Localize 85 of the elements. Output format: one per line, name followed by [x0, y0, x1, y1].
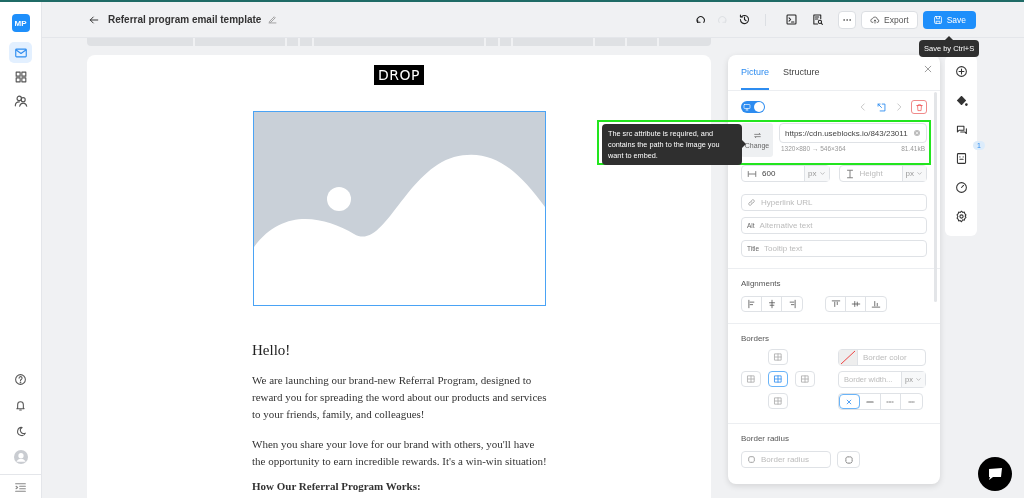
chat-icon [986, 466, 1004, 482]
people-icon [13, 93, 28, 108]
select-parent-button[interactable] [875, 101, 887, 113]
grid-icon [13, 69, 28, 84]
save-icon [932, 14, 943, 25]
chevron-down-icon [915, 376, 922, 383]
panel-tab[interactable]: Structure [783, 55, 820, 90]
pencil-icon [267, 14, 279, 25]
app-logo[interactable]: MP [11, 14, 30, 32]
save-button[interactable]: Save [922, 10, 976, 29]
corners-icon [843, 454, 854, 465]
chevron-right-icon [894, 102, 904, 112]
border-right-icon [800, 374, 810, 384]
cloud-icon [870, 14, 881, 25]
section-heading: Borders [741, 334, 770, 343]
unit-select[interactable]: px [901, 166, 926, 181]
chevron-left-icon [858, 102, 868, 112]
height-icon [844, 168, 855, 179]
align-right-icon [787, 299, 797, 309]
moon-icon [14, 424, 27, 438]
trash-icon [914, 102, 924, 112]
mail-icon [13, 45, 28, 60]
align-middle-icon [850, 299, 861, 309]
rename-button[interactable] [267, 14, 279, 25]
section-heading: Border radius [741, 434, 791, 443]
delete-button[interactable] [911, 100, 927, 114]
radius-icon [747, 455, 756, 464]
device-toggle[interactable] [741, 101, 765, 113]
paint-bucket-icon [954, 93, 968, 107]
border-all-icon [773, 374, 783, 384]
body-paragraph: We are launching our brand-new Referral Program, designed to reward you for spreading the word about our products and services to your friends, family, and colleagues! [252, 373, 548, 422]
border-bottom-icon [773, 396, 783, 406]
speed-button[interactable] [953, 179, 969, 195]
swap-icon [752, 131, 762, 140]
align-center-icon [766, 299, 777, 309]
document-search-icon [810, 13, 824, 26]
border-side-button[interactable] [768, 371, 788, 387]
panel-tab[interactable]: Picture [741, 55, 769, 90]
more-button[interactable] [838, 10, 857, 29]
close-icon [923, 64, 933, 74]
document-face-icon [954, 151, 968, 165]
greeting-heading: Hello! [252, 342, 292, 359]
section-heading: How Our Referral Program Works: [252, 480, 422, 492]
collapse-menu-icon [14, 481, 27, 494]
no-color-swatch-icon [839, 350, 858, 365]
settings-icon [954, 209, 968, 223]
gauge-icon [954, 180, 968, 194]
image-url-field[interactable]: https://cdn.useblocks.io/843/23011 [779, 123, 927, 143]
template-title: Referral program email template [108, 14, 262, 25]
align-top-icon [830, 299, 841, 309]
chevron-down-icon [916, 170, 923, 177]
section-heading: Alignments [741, 279, 782, 288]
image-placeholder-drawing[interactable] [252, 111, 546, 306]
clear-icon [913, 129, 921, 137]
chat-button[interactable] [978, 457, 1012, 491]
monitor-icon [743, 103, 751, 111]
corner-arrow-icon [875, 101, 887, 113]
hyperlink-field[interactable]: Hyperlink URL [741, 194, 927, 211]
border-style-button[interactable] [839, 394, 860, 409]
help-icon [14, 372, 27, 386]
border-radius-field[interactable]: Border radius [741, 451, 831, 468]
history-icon [737, 13, 751, 26]
border-top-icon [773, 352, 783, 362]
close-button[interactable] [922, 63, 934, 75]
align-left-icon [746, 299, 757, 309]
body-paragraph: When you share your love for our brand with others, you'll have the opportunity to earn incredible rewards. It's a win-win situation! [252, 437, 548, 469]
unit-select[interactable]: px [804, 166, 829, 181]
width-icon [747, 168, 757, 179]
height-field[interactable]: Height px [838, 165, 927, 182]
export-button[interactable]: Export [861, 10, 918, 29]
chevron-down-icon [818, 170, 826, 177]
border-left-icon [746, 374, 756, 384]
undo-icon [693, 13, 707, 26]
align-bottom-icon [871, 299, 881, 309]
width-field[interactable]: 600 px [741, 165, 830, 182]
bell-icon [14, 398, 27, 412]
brand-logo: DROP [374, 65, 424, 85]
link-icon [747, 198, 756, 207]
back-arrow-icon [88, 13, 100, 26]
terminal-icon [784, 13, 798, 26]
add-button[interactable] [953, 63, 969, 79]
radius-corners-button[interactable] [837, 451, 860, 468]
avatar-icon [13, 450, 28, 464]
url-value: https://cdn.useblocks.io/843/23011 [785, 128, 908, 138]
plus-icon [954, 64, 968, 78]
